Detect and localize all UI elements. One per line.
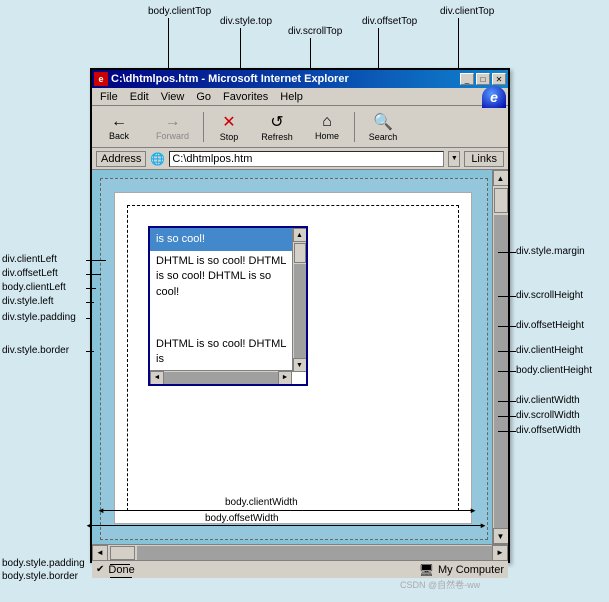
status-icon: ✔ [96, 564, 104, 575]
ann-div-style-left: div.style.left [2, 296, 54, 307]
ann-div-scroll-width: div.scrollWidth [516, 410, 580, 421]
toolbar: ← Back → Forward ✕ Stop ↺ Refresh ⌂ Home… [92, 106, 508, 148]
div-outer-dashed: ▲ ▼ ◄ ► is so cool! [127, 205, 459, 511]
ann-body-style-border: body.style.border [2, 571, 78, 582]
ann-div-scroll-height: div.scrollHeight [516, 290, 583, 301]
ann-div-client-height: div.clientHeight [516, 345, 583, 356]
scroll-thumb-h[interactable] [110, 546, 135, 560]
home-button[interactable]: ⌂ Home [303, 108, 351, 146]
body-area: ▲ ▼ ◄ ► is so cool! [114, 192, 472, 524]
scroll-up-arrow[interactable]: ▲ [493, 170, 509, 186]
watermark: CSDN @自然卷-ww [400, 578, 480, 591]
stop-button[interactable]: ✕ Stop [207, 108, 251, 146]
content-area: ▲ ▼ ◄ ► ▲ ▼ [92, 170, 508, 560]
ann-div-scroll-top: div.scrollTop [288, 26, 342, 37]
inner-scroll-h[interactable]: ◄ ► [150, 370, 292, 384]
links-button[interactable]: Links [464, 151, 504, 167]
ann-body-client-left: body.clientLeft [2, 282, 66, 293]
scrollbar-vertical[interactable]: ▲ ▼ [492, 170, 508, 544]
computer-icon: 🖥 [419, 563, 434, 577]
menu-file[interactable]: File [94, 90, 124, 104]
ann-div-style-padding: div.style.padding [2, 312, 76, 323]
ann-div-style-top: div.style.top [220, 16, 272, 27]
status-bar: ✔ Done 🖥 My Computer [92, 560, 508, 578]
ann-div-style-margin: div.style.margin [516, 246, 585, 257]
scroll-thumb-v[interactable] [494, 188, 508, 213]
div-content-more: DHTML is so cool! DHTML is [150, 333, 292, 372]
menu-bar: File Edit View Go Favorites Help e [92, 88, 508, 106]
inner-div-box: ▲ ▼ ◄ ► is so cool! [148, 226, 308, 386]
scroll-down-arrow[interactable]: ▼ [493, 528, 509, 544]
menu-go[interactable]: Go [190, 90, 217, 104]
ann-body-client-top: body.clientTop [148, 6, 211, 17]
ann-div-offset-height: div.offsetHeight [516, 320, 584, 331]
title-bar: e C:\dhtmlpos.htm - Microsoft Internet E… [92, 70, 508, 88]
minimize-button[interactable]: _ [460, 73, 474, 85]
address-label: Address [96, 151, 146, 167]
ann-div-offset-left: div.offsetLeft [2, 268, 58, 279]
address-bar: Address 🌐 C:\dhtmlpos.htm ▼ Links [92, 148, 508, 170]
address-globe-icon: 🌐 [150, 152, 165, 166]
ann-div-style-border: div.style.border [2, 345, 69, 356]
search-button[interactable]: 🔍 Search [358, 108, 408, 146]
status-computer-text: My Computer [438, 564, 504, 576]
menu-help[interactable]: Help [274, 90, 309, 104]
scroll-track-h [137, 546, 492, 560]
ann-div-client-left: div.clientLeft [2, 254, 57, 265]
div-content-highlighted: is so cool! [150, 228, 292, 251]
maximize-button[interactable]: □ [476, 73, 490, 85]
scroll-right-arrow[interactable]: ► [492, 545, 508, 561]
menu-favorites[interactable]: Favorites [217, 90, 274, 104]
address-input[interactable]: C:\dhtmlpos.htm [169, 151, 444, 167]
ann-div-offset-width: div.offsetWidth [516, 425, 581, 436]
status-text: Done [108, 564, 134, 576]
scroll-left-arrow[interactable]: ◄ [92, 545, 108, 561]
browser-window: e C:\dhtmlpos.htm - Microsoft Internet E… [90, 68, 510, 563]
scrollbar-horizontal[interactable]: ◄ ► [92, 544, 508, 560]
ann-div-client-top: div.clientTop [440, 6, 494, 17]
forward-button[interactable]: → Forward [145, 108, 200, 146]
menu-view[interactable]: View [155, 90, 191, 104]
refresh-button[interactable]: ↺ Refresh [252, 108, 302, 146]
title-text: C:\dhtmlpos.htm - Microsoft Internet Exp… [111, 73, 349, 85]
ann-body-style-padding: body.style.padding [2, 558, 85, 569]
close-button[interactable]: ✕ [492, 73, 506, 85]
inner-scroll-v[interactable]: ▲ ▼ [292, 228, 306, 372]
back-button[interactable]: ← Back [94, 108, 144, 146]
ann-div-client-width: div.clientWidth [516, 395, 580, 406]
ann-div-offset-top: div.offsetTop [362, 16, 417, 27]
menu-edit[interactable]: Edit [124, 90, 155, 104]
address-dropdown[interactable]: ▼ [448, 151, 460, 167]
title-icon: e [94, 72, 108, 86]
scroll-track-v [494, 215, 508, 528]
ann-body-client-height: body.clientHeight [516, 365, 592, 376]
ie-logo: e [482, 86, 506, 108]
